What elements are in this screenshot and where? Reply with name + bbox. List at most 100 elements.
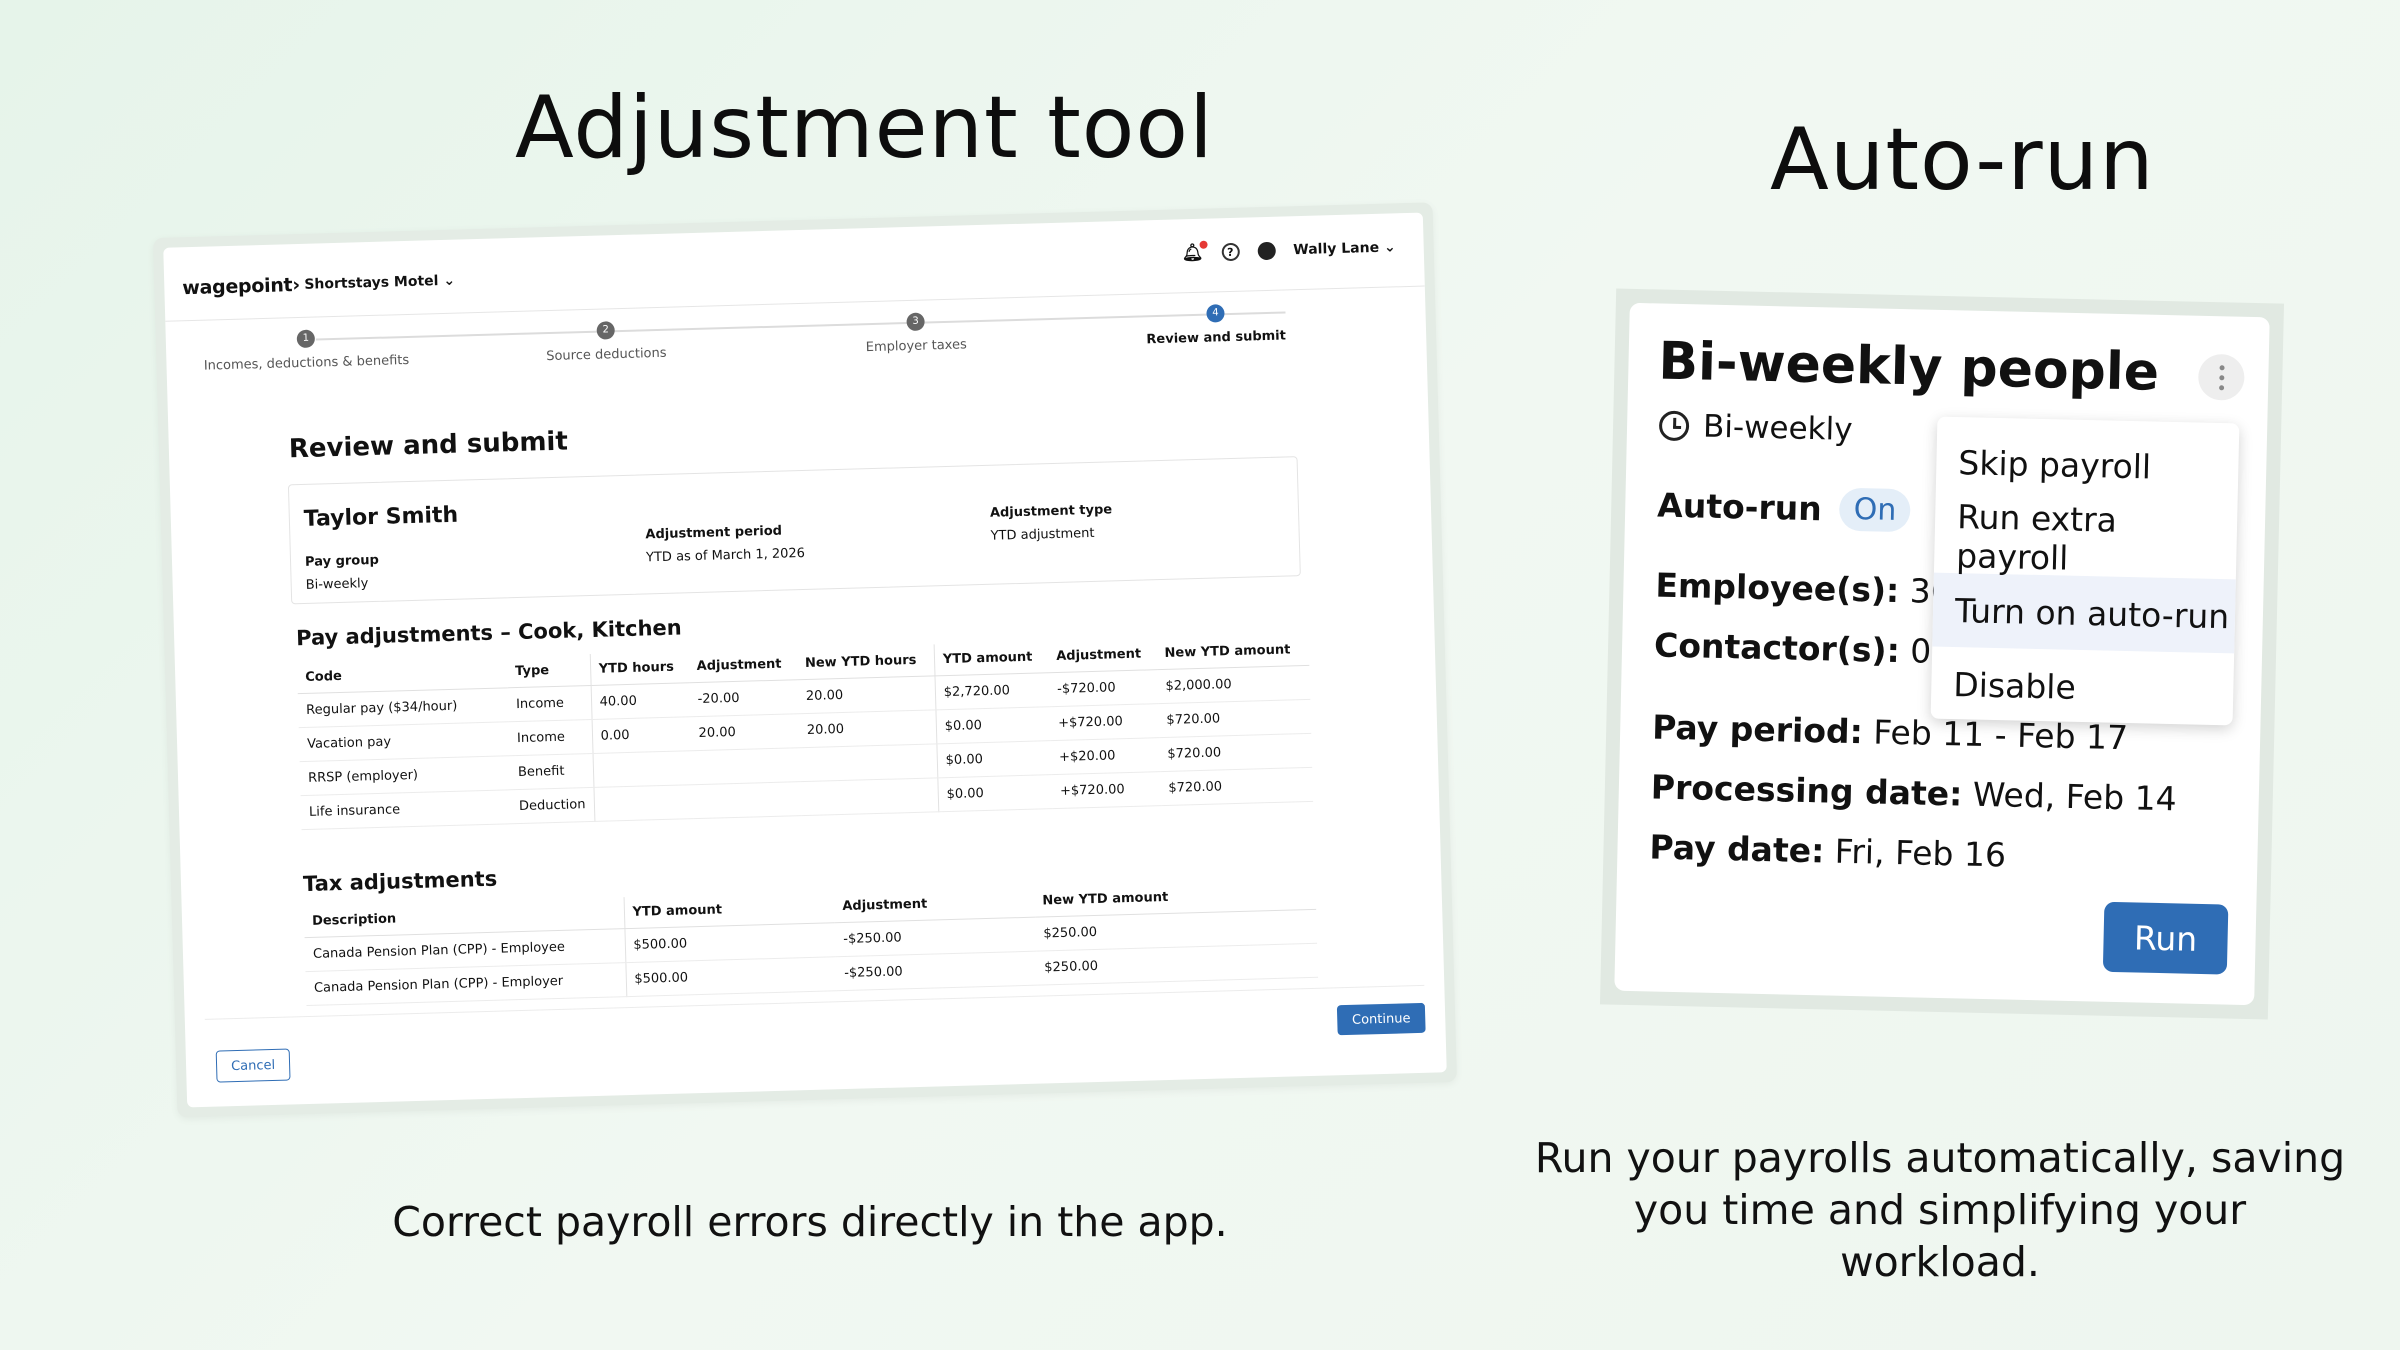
pay-date-value: Fri, Feb 16 [1834, 831, 2007, 875]
employee-count: Employee(s): 30 [1655, 565, 1952, 611]
step-number: 1 [296, 329, 316, 349]
column-header: New YTD amount [1156, 633, 1310, 670]
notification-dot [1199, 240, 1208, 249]
chevron-down-icon: ⌄ [1383, 239, 1396, 256]
pay-date-label: Pay date: [1649, 827, 1825, 871]
step-label: Source deductions [546, 345, 667, 365]
processing-date: Processing date: Wed, Feb 14 [1650, 767, 2177, 818]
table-cell[interactable]: $0.00 [937, 774, 1053, 812]
step-1[interactable]: 1 Incomes, deductions & benefits [196, 327, 417, 374]
table-cell: Income [508, 719, 593, 756]
table-cell[interactable]: 20.00 [797, 675, 936, 714]
wagepoint-logo[interactable]: wagepoint› [182, 274, 300, 299]
more-options-icon[interactable] [2197, 353, 2245, 401]
user-name: Wally Lane [1293, 239, 1380, 259]
table-cell[interactable]: $0.00 [935, 706, 1051, 744]
table-cell[interactable]: -$250.00 [834, 917, 1036, 957]
table-cell[interactable]: +$720.00 [1049, 703, 1159, 741]
bell-icon[interactable]: 🔔︎ [1181, 240, 1208, 263]
column-header: New YTD hours [796, 644, 935, 680]
auto-run-label: Auto-run [1656, 485, 1823, 529]
table-cell[interactable]: 20.00 [690, 713, 800, 751]
menu-item-skip-payroll[interactable]: Skip payroll [1936, 425, 2240, 506]
adjustment-type: Adjustment type YTD adjustment [990, 502, 1113, 543]
pay-group-label: Pay group [304, 552, 380, 570]
column-header: Adjustment [1047, 638, 1158, 673]
table-cell[interactable]: +$20.00 [1050, 737, 1160, 775]
table-cell [799, 743, 938, 782]
status-badge: On [1839, 487, 1911, 533]
wagepoint-app: wagepoint› Shortstays Motel ⌄ 🔔︎ ? Wally… [163, 212, 1447, 1108]
processing-date-label: Processing date: [1650, 767, 1963, 814]
step-label: Employer taxes [865, 337, 967, 356]
adjustment-caption: Correct payroll errors directly in the a… [392, 1198, 1228, 1246]
table-cell [593, 784, 693, 822]
clock-icon [1658, 410, 1690, 442]
employee-count-label: Employee(s): [1655, 565, 1900, 611]
table-cell[interactable]: $2,720.00 [934, 672, 1050, 710]
adjustment-type-value: YTD adjustment [990, 525, 1095, 544]
adjustment-period: Adjustment period YTD as of March 1, 202… [645, 523, 805, 566]
step-label: Incomes, deductions & benefits [203, 352, 410, 374]
adjustment-tool-heading: Adjustment tool [515, 78, 1214, 178]
tax-adjustments-title: Tax adjustments [302, 866, 498, 897]
continue-button[interactable]: Continue [1336, 1002, 1426, 1036]
adjustment-period-label: Adjustment period [645, 523, 783, 543]
column-header: Type [506, 654, 591, 688]
pay-period-label: Pay period: [1651, 707, 1864, 752]
table-cell[interactable]: +$720.00 [1051, 771, 1161, 809]
auto-run-caption-line2: you time and simplifying your workload. [1633, 1186, 2247, 1286]
menu-item-run-extra-payroll[interactable]: Run extra payroll [1934, 497, 2238, 580]
table-cell[interactable]: 0.00 [591, 716, 692, 754]
table-cell[interactable]: $500.00 [625, 956, 837, 997]
table-cell[interactable]: -20.00 [689, 679, 799, 717]
run-button[interactable]: Run [2102, 901, 2229, 975]
table-cell[interactable]: $720.00 [1158, 733, 1313, 772]
step-4[interactable]: 4 Review and submit [1105, 301, 1326, 348]
pay-group-title: Bi-weekly people [1657, 331, 2160, 403]
step-label: Review and submit [1146, 328, 1287, 348]
step-number: 2 [596, 321, 615, 340]
menu-item-disable[interactable]: Disable [1931, 647, 2235, 728]
step-number: 4 [1206, 304, 1225, 323]
table-cell[interactable]: $720.00 [1159, 767, 1314, 806]
table-cell[interactable]: $720.00 [1157, 699, 1312, 738]
table-cell[interactable]: -$250.00 [835, 951, 1037, 991]
step-number: 3 [906, 312, 925, 332]
processing-date-value: Wed, Feb 14 [1972, 774, 2178, 819]
employee-summary-card: Taylor Smith Pay group Bi-weekly Adjustm… [287, 456, 1301, 605]
step-3[interactable]: 3 Employer taxes [805, 310, 1026, 357]
contractor-count-value: 0 [1909, 631, 1932, 671]
table-cell [692, 781, 802, 819]
table-cell[interactable]: 40.00 [590, 682, 691, 720]
menu-item-turn-on-auto-run[interactable]: Turn on auto-run [1932, 572, 2236, 654]
avatar[interactable] [1257, 241, 1276, 261]
help-icon[interactable]: ? [1221, 242, 1240, 262]
options-menu: Skip payroll Run extra payroll Turn on a… [1930, 416, 2240, 728]
employee-name: Taylor Smith [303, 502, 459, 532]
table-cell [691, 747, 801, 785]
pay-group: Pay group Bi-weekly [305, 553, 380, 593]
user-menu[interactable]: Wally Lane ⌄ [1293, 239, 1396, 258]
contractor-count: Contactor(s): 0 [1654, 625, 1932, 670]
table-cell[interactable]: $0.00 [936, 740, 1052, 778]
table-cell[interactable]: 20.00 [798, 709, 937, 748]
table-cell: Income [507, 685, 592, 722]
auto-run-heading: Auto-run [1770, 110, 2155, 210]
table-cell[interactable]: -$720.00 [1048, 669, 1158, 707]
pay-group-value: Bi-weekly [305, 576, 369, 593]
pay-frequency-value: Bi-weekly [1702, 408, 1853, 448]
auto-run-caption-line1: Run your payrolls automatically, saving [1534, 1134, 2346, 1182]
step-2[interactable]: 2 Source deductions [496, 318, 717, 365]
page-title: Review and submit [288, 426, 569, 465]
table-cell[interactable]: $2,000.00 [1157, 665, 1311, 704]
pay-date: Pay date: Fri, Feb 16 [1649, 827, 2006, 874]
adjustment-type-label: Adjustment type [989, 502, 1113, 521]
top-bar-actions: 🔔︎ ? Wally Lane ⌄ [1181, 237, 1396, 263]
table-cell[interactable]: $250.00 [1035, 943, 1319, 986]
company-selector[interactable]: Shortstays Motel ⌄ [304, 273, 455, 293]
cancel-button[interactable]: Cancel [215, 1048, 291, 1083]
pay-adjustments-table: Code Type YTD hours Adjustment New YTD h… [296, 633, 1314, 830]
adjustment-tool-screenshot: wagepoint› Shortstays Motel ⌄ 🔔︎ ? Wally… [152, 202, 1458, 1118]
table-cell: Life insurance [300, 789, 512, 830]
